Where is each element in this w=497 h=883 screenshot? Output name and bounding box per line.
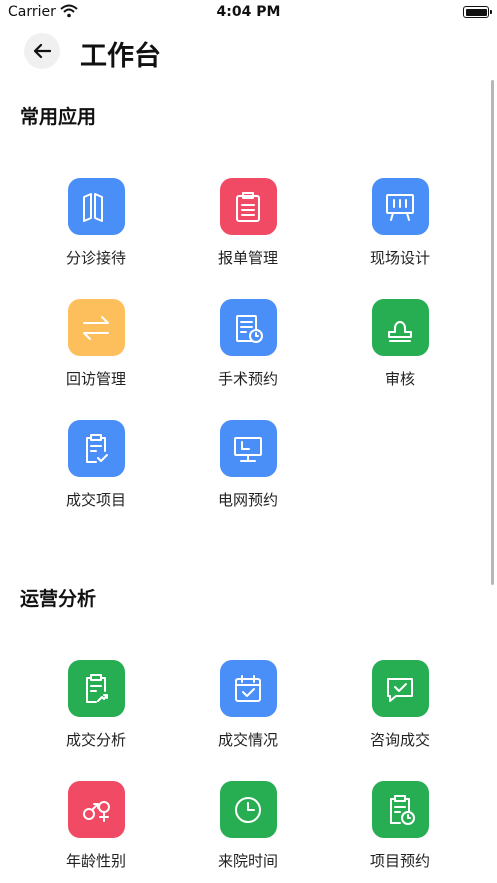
clipboard-chart-icon [67,660,125,717]
app-item-label: 来院时间 [217,852,278,870]
app-item-label: 成交情况 [217,731,278,749]
scrollbar[interactable] [491,80,494,585]
app-item-label: 年龄性别 [65,852,126,870]
section-title-analysis: 运营分析 [20,588,97,610]
chat-check-icon [371,660,429,717]
stamp-icon [371,299,429,356]
app-item[interactable]: 咨询成交 [340,660,460,750]
status-bar: Carrier 4:04 PM [0,0,497,26]
status-time: 4:04 PM [216,4,281,20]
app-item-label: 分诊接待 [65,249,126,267]
calendar-check-icon [219,660,277,717]
clipboard-check-icon [67,420,125,477]
app-item-label: 审核 [384,370,415,388]
swap-arrows-icon [67,299,125,356]
app-item[interactable]: 分诊接待 [36,178,156,268]
clipboard-icon [219,178,277,235]
app-item-label: 手术预约 [217,370,278,388]
app-item[interactable]: 年龄性别 [36,781,156,871]
app-item-label: 项目预约 [369,852,430,870]
app-item[interactable]: 手术预约 [188,299,308,389]
app-item[interactable]: 报单管理 [188,178,308,268]
app-item-label: 电网预约 [217,491,278,509]
app-item-label: 咨询成交 [369,731,430,749]
app-item[interactable]: 现场设计 [340,178,460,268]
app-item[interactable]: 成交项目 [36,420,156,510]
gender-icon [67,781,125,838]
app-item[interactable]: 回访管理 [36,299,156,389]
section-title-common: 常用应用 [20,106,97,128]
map-icon [67,178,125,235]
battery-icon [463,6,492,18]
clock-icon [219,781,277,838]
app-item[interactable]: 成交分析 [36,660,156,750]
nav-bar: 工作台 [0,30,497,74]
monitor-icon [219,420,277,477]
app-item-label: 报单管理 [217,249,278,267]
clipboard-clock-icon [371,781,429,838]
document-clock-icon [219,299,277,356]
app-item-label: 回访管理 [65,370,126,388]
easel-icon [371,178,429,235]
app-item[interactable]: 电网预约 [188,420,308,510]
page-title: 工作台 [80,41,161,72]
app-item[interactable]: 成交情况 [188,660,308,750]
app-item[interactable]: 项目预约 [340,781,460,871]
app-item-label: 成交分析 [65,731,126,749]
app-item-label: 现场设计 [369,249,430,267]
back-button[interactable] [24,33,60,69]
app-item-label: 成交项目 [65,491,126,509]
arrow-left-icon [33,43,51,59]
app-item[interactable]: 审核 [340,299,460,389]
app-item[interactable]: 来院时间 [188,781,308,871]
